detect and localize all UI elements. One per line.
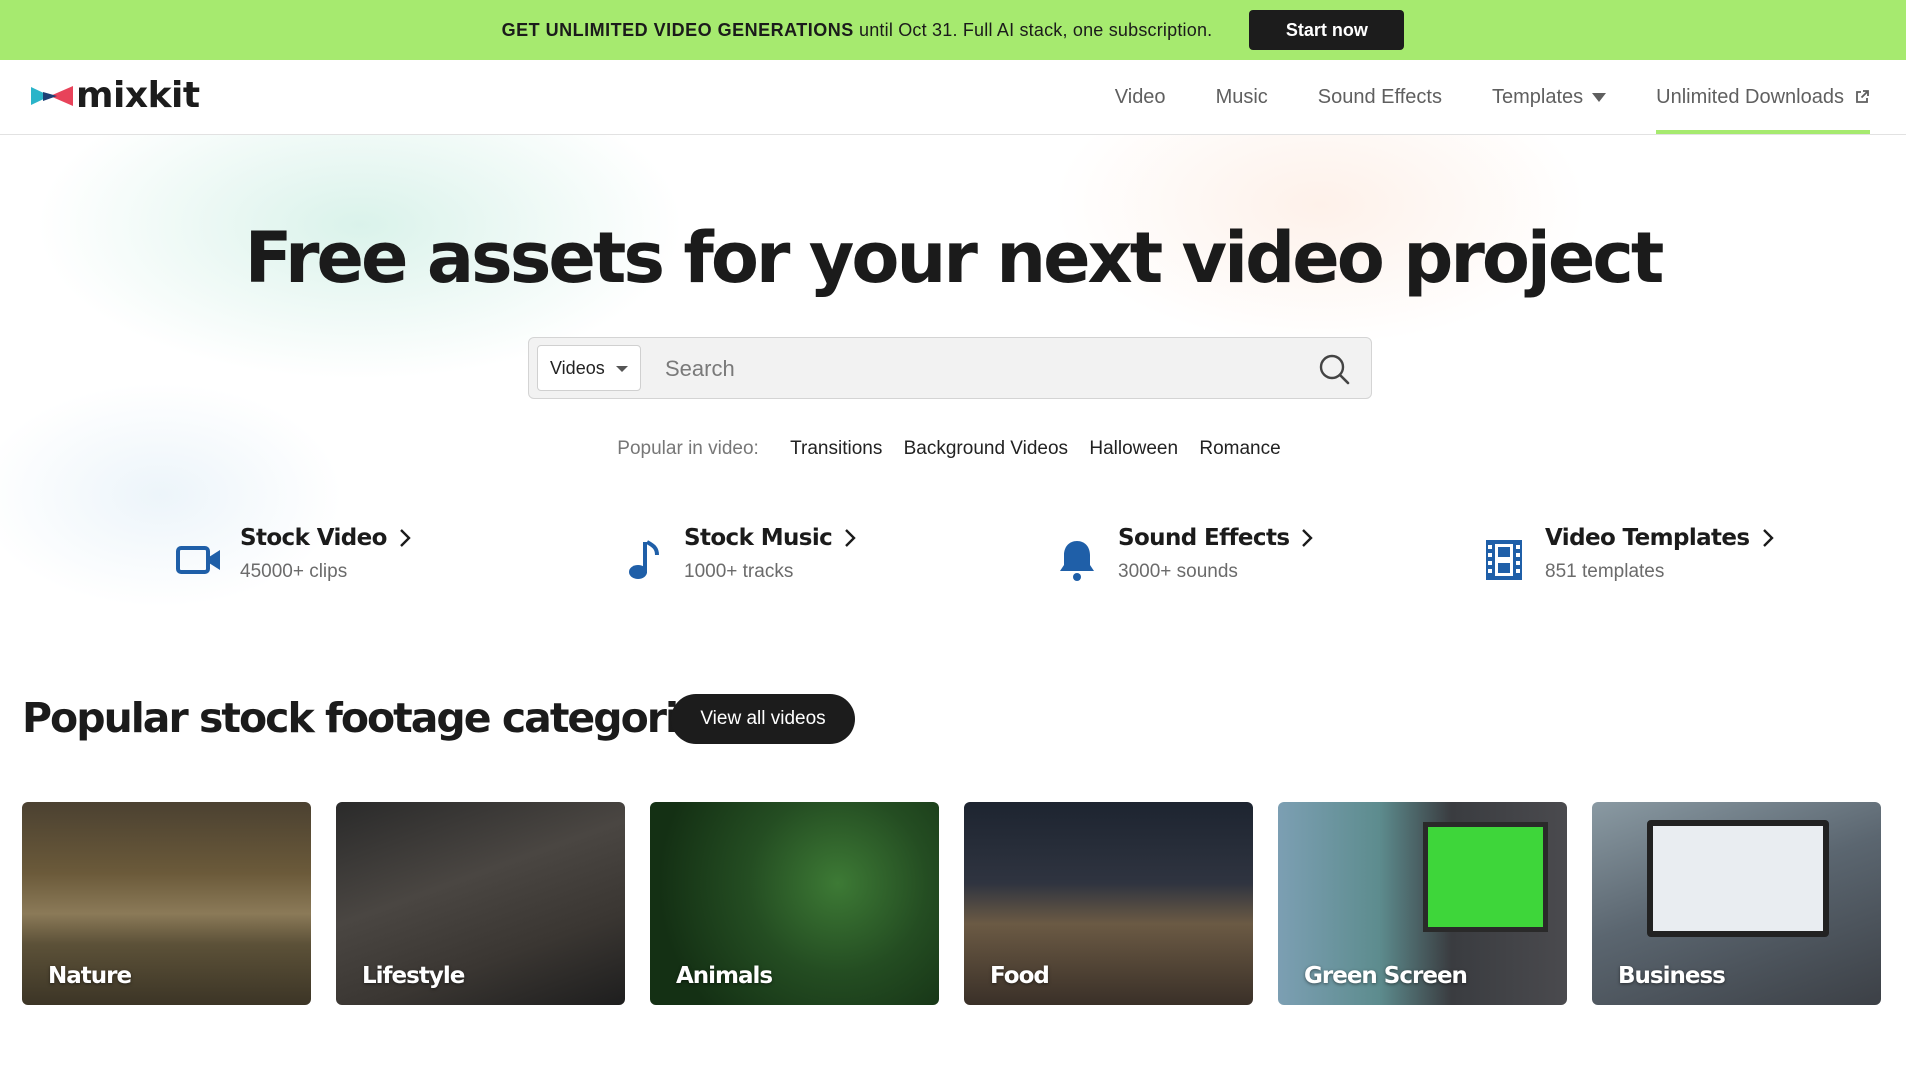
category-cards: Nature Lifestyle Animals Food Green Scre… [22, 802, 1881, 1005]
popular-tag[interactable]: Romance [1199, 438, 1280, 459]
green-screen-laptop [1423, 822, 1548, 932]
promo-banner: GET UNLIMITED VIDEO GENERATIONS until Oc… [0, 0, 1906, 60]
category-text: Stock Video 45000+ clips [240, 525, 411, 583]
category-card-lifestyle[interactable]: Lifestyle [336, 802, 625, 1005]
category-subtitle: 45000+ clips [240, 561, 348, 582]
search-icon[interactable] [1317, 352, 1351, 386]
main-nav: Video Music Sound Effects Templates Unli… [1065, 60, 1870, 134]
search-input[interactable] [663, 346, 1287, 392]
external-link-icon [1856, 90, 1869, 103]
chevron-right-icon [1302, 529, 1314, 547]
hero-headline: Free assets for your next video project [244, 217, 1665, 299]
category-video-templates[interactable]: Video Templates 851 templates [1481, 525, 1774, 583]
laptop-screen [1647, 820, 1829, 937]
film-strip-icon [1481, 537, 1527, 583]
category-card-green-screen[interactable]: Green Screen [1278, 802, 1567, 1005]
popular-tag[interactable]: Background Videos [904, 438, 1068, 459]
logo-mark-icon [31, 86, 73, 106]
category-title-text: Stock Music [684, 525, 833, 551]
search-category-select[interactable]: Videos [537, 345, 641, 391]
bell-icon [1054, 537, 1100, 583]
category-subtitle: 3000+ sounds [1118, 561, 1238, 582]
view-all-videos-button[interactable]: View all videos [671, 694, 855, 744]
popular-tag[interactable]: Halloween [1089, 438, 1178, 459]
search-category-value: Videos [550, 357, 605, 378]
music-note-icon [620, 537, 666, 583]
chevron-right-icon [845, 529, 856, 547]
nav-unlimited-downloads-label: Unlimited Downloads [1656, 85, 1844, 108]
category-sound-effects[interactable]: Sound Effects 3000+ sounds [1054, 525, 1314, 583]
popular-tag[interactable]: Transitions [790, 438, 882, 459]
chevron-right-icon [1762, 529, 1774, 547]
category-title-text: Stock Video [240, 525, 387, 551]
promo-rest: until Oct 31. Full AI stack, one subscri… [853, 19, 1213, 40]
card-label: Green Screen [1304, 963, 1468, 989]
nav-templates[interactable]: Templates [1491, 60, 1607, 134]
category-title: Stock Video [240, 525, 411, 551]
nav-video-label: Video [1114, 85, 1166, 108]
search-bar: Videos [528, 337, 1372, 399]
logo[interactable]: mixkit [31, 78, 200, 114]
card-label: Food [990, 963, 1050, 989]
section-title: Popular stock footage categories [22, 694, 727, 742]
category-card-animals[interactable]: Animals [650, 802, 939, 1005]
category-title: Stock Music [684, 525, 856, 551]
nav-sound-effects[interactable]: Sound Effects [1318, 60, 1442, 134]
nav-music[interactable]: Music [1216, 60, 1268, 134]
card-label: Lifestyle [362, 963, 465, 989]
category-text: Video Templates 851 templates [1545, 525, 1774, 583]
promo-text: GET UNLIMITED VIDEO GENERATIONS until Oc… [502, 20, 1213, 41]
nav-music-label: Music [1215, 85, 1268, 108]
chevron-right-icon [399, 529, 411, 547]
category-title-text: Video Templates [1545, 525, 1750, 551]
card-label: Nature [48, 963, 132, 989]
category-subtitle: 1000+ tracks [684, 561, 794, 582]
category-title: Sound Effects [1118, 525, 1314, 551]
nav-sound-effects-label: Sound Effects [1317, 85, 1442, 108]
logo-text: mixkit [76, 75, 200, 116]
nav-video[interactable]: Video [1115, 60, 1166, 134]
nav-templates-label: Templates [1491, 85, 1584, 108]
category-stock-video[interactable]: Stock Video 45000+ clips [176, 525, 411, 583]
card-label: Animals [676, 963, 773, 989]
category-stock-music[interactable]: Stock Music 1000+ tracks [620, 525, 856, 583]
site-header: mixkit Video Music Sound Effects Templat… [0, 60, 1906, 135]
caret-down-icon [1592, 92, 1607, 102]
select-caret-icon [616, 366, 628, 372]
category-text: Stock Music 1000+ tracks [684, 525, 856, 583]
video-camera-icon [176, 537, 222, 583]
category-card-business[interactable]: Business [1592, 802, 1881, 1005]
popular-label: Popular in video: [617, 438, 759, 459]
category-card-food[interactable]: Food [964, 802, 1253, 1005]
start-now-button[interactable]: Start now [1249, 10, 1405, 50]
promo-highlight: GET UNLIMITED VIDEO GENERATIONS [501, 19, 854, 40]
category-title-text: Sound Effects [1118, 525, 1290, 551]
card-label: Business [1618, 963, 1726, 989]
category-card-nature[interactable]: Nature [22, 802, 311, 1005]
nav-unlimited-downloads[interactable]: Unlimited Downloads [1656, 60, 1870, 134]
category-title: Video Templates [1545, 525, 1774, 551]
category-subtitle: 851 templates [1545, 561, 1665, 582]
category-text: Sound Effects 3000+ sounds [1118, 525, 1314, 583]
popular-tags: Popular in video: Transitions Background… [0, 438, 1906, 460]
